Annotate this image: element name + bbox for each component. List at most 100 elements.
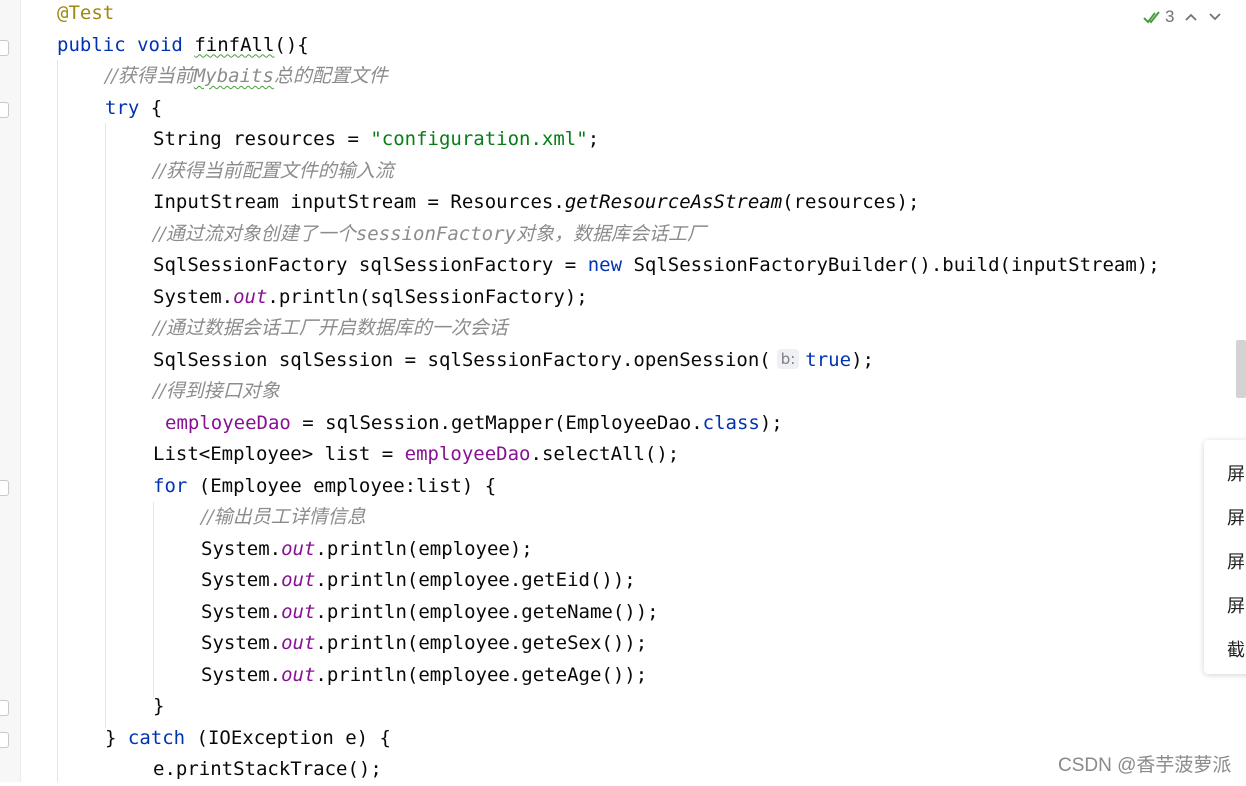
fold-marker[interactable] <box>0 700 9 716</box>
inspection-status[interactable]: 3 <box>1143 7 1174 27</box>
code-text: .selectAll(); <box>530 443 680 465</box>
code-line-5: String resources = "configuration.xml"; <box>153 124 599 156</box>
comment: //输出员工详情信息 <box>201 506 366 528</box>
inspection-widget[interactable]: 3 <box>1143 7 1222 27</box>
code-text: (){ <box>274 33 309 56</box>
code-text: ); <box>851 348 874 371</box>
keyword-true: true <box>805 348 852 371</box>
code-text: List<Employee> list = <box>153 443 405 465</box>
indent-guide <box>57 60 58 782</box>
code-text: (IOException e) { <box>185 726 391 749</box>
code-line-8: //通过流对象创建了一个sessionFactory对象，数据库会话工厂 <box>153 219 706 251</box>
comment: //得到接口对象 <box>153 380 280 402</box>
fold-marker[interactable] <box>0 480 9 496</box>
code-line-3: //获得当前Mybaits总的配置文件 <box>105 61 388 93</box>
code-text: { <box>139 96 163 119</box>
code-text: ); <box>759 411 783 434</box>
comment: //获得当前配置文件的输入流 <box>153 159 394 182</box>
static-field: out <box>281 663 316 686</box>
code-line-19: System.out.println(employee.getEid()); <box>201 565 636 597</box>
code-text: .println(employee.geteAge()); <box>315 663 648 686</box>
code-text: System. <box>201 569 282 591</box>
context-menu-item[interactable]: 屏 <box>1227 548 1245 574</box>
indent-guide <box>153 502 154 697</box>
code-text: } <box>153 695 165 717</box>
keyword-try: try <box>105 96 140 119</box>
method-name: finfAll <box>194 33 275 56</box>
fold-marker[interactable] <box>0 102 9 118</box>
code-text: e.printStackTrace(); <box>153 758 382 780</box>
chevron-up-icon[interactable] <box>1184 12 1198 22</box>
code-line-2: public void finfAll(){ <box>57 30 309 62</box>
comment-text: //获得当前 <box>105 65 194 87</box>
fold-marker[interactable] <box>0 40 9 56</box>
field-reference: employeeDao <box>404 443 531 465</box>
vertical-scrollbar-thumb[interactable] <box>1236 340 1246 398</box>
code-line-10: System.out.println(sqlSessionFactory); <box>153 282 588 314</box>
code-line-1: @Test <box>57 0 114 30</box>
field-reference: employeeDao <box>165 411 291 434</box>
keyword-new: new <box>587 254 623 276</box>
static-field: out <box>281 537 316 560</box>
static-field: out <box>281 632 316 654</box>
keyword-catch: catch <box>127 726 186 749</box>
inspection-count: 3 <box>1165 7 1175 26</box>
code-text: (resources); <box>782 191 920 213</box>
code-text: .println(employee.geteName()); <box>315 600 659 623</box>
code-text: System. <box>201 537 282 560</box>
context-menu-item[interactable]: 屏 <box>1227 504 1245 530</box>
code-line-15: List<Employee> list = employeeDao.select… <box>153 439 679 471</box>
code-line-6: //获得当前配置文件的输入流 <box>153 156 394 188</box>
code-text: ; <box>587 128 600 150</box>
code-line-23: } <box>153 691 164 723</box>
keyword-for: for <box>153 474 188 497</box>
code-text: InputStream inputStream = Resources. <box>153 191 565 213</box>
context-menu-item[interactable]: 屏 <box>1227 460 1245 486</box>
code-line-24: } catch (IOException e) { <box>105 723 391 755</box>
comment: //通过流对象创建了一个sessionFactory对象，数据库会话工厂 <box>153 223 706 245</box>
code-text: .println(employee.geteSex()); <box>315 632 648 654</box>
code-line-16: for (Employee employee:list) { <box>153 471 496 503</box>
parameter-hint: b: <box>776 348 800 369</box>
code-line-7: InputStream inputStream = Resources.getR… <box>153 187 919 219</box>
code-text: .println(employee); <box>315 537 533 560</box>
annotation-test: @Test <box>57 2 115 24</box>
fold-marker[interactable] <box>0 732 9 748</box>
chevron-down-icon[interactable] <box>1208 12 1222 22</box>
static-field: out <box>233 285 268 308</box>
code-text: (Employee employee:list) { <box>187 474 497 497</box>
context-menu-item[interactable]: 屏 <box>1227 592 1245 618</box>
code-line-17: //输出员工详情信息 <box>201 502 366 534</box>
watermark: CSDN @香芋菠萝派 <box>1058 755 1232 776</box>
static-field: out <box>281 569 316 591</box>
indent-guide <box>105 123 106 728</box>
code-line-18: System.out.println(employee); <box>201 534 533 566</box>
context-menu-item[interactable]: 截 <box>1227 636 1245 662</box>
code-text: System. <box>201 600 282 623</box>
static-field: out <box>281 600 316 623</box>
code-text: SqlSession sqlSession = sqlSessionFactor… <box>153 348 771 371</box>
string-literal: "configuration.xml" <box>370 128 588 150</box>
code-line-21: System.out.println(employee.geteSex()); <box>201 628 647 660</box>
comment-text: 对象，数据库会话工厂 <box>515 222 706 245</box>
code-text: System. <box>153 285 234 308</box>
comment-text: //通过流对象创建了一个 <box>153 222 356 245</box>
code-text: SqlSessionFactory sqlSessionFactory = <box>153 254 588 276</box>
code-line-9: SqlSessionFactory sqlSessionFactory = ne… <box>153 250 1160 282</box>
keyword-public: public <box>57 33 126 56</box>
comment: //获得当前Mybaits总的配置文件 <box>105 65 388 87</box>
code-text: .println(sqlSessionFactory); <box>267 285 588 308</box>
code-text: String resources = <box>153 128 371 150</box>
code-line-13: //得到接口对象 <box>153 376 280 408</box>
code-text: = sqlSession.getMapper(EmployeeDao. <box>290 411 703 434</box>
comment-text: Mybaits <box>193 65 274 87</box>
keyword-void: void <box>137 33 183 56</box>
code-line-25: e.printStackTrace(); <box>153 754 382 786</box>
code-text: System. <box>201 632 282 654</box>
static-method: getResourceAsStream <box>564 191 783 213</box>
comment-text: 总的配置文件 <box>273 65 388 87</box>
comment: //通过数据会话工厂开启数据库的一次会话 <box>153 317 508 339</box>
code-text: System. <box>201 663 282 686</box>
double-check-icon <box>1143 9 1161 25</box>
code-line-20: System.out.println(employee.geteName()); <box>201 597 659 629</box>
